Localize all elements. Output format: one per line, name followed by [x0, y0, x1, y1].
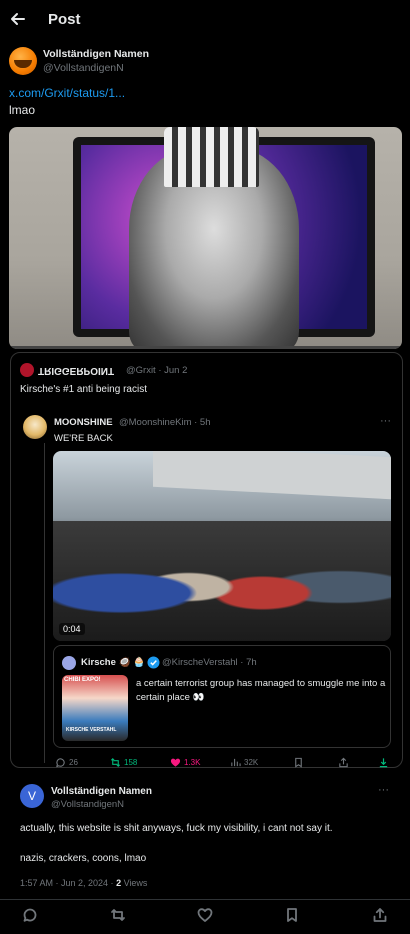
image-caption-title: CHIBI EXPO!	[64, 677, 101, 683]
reply-author-name[interactable]: Vollständigen Namen	[51, 786, 152, 797]
bookmark-icon	[295, 757, 302, 768]
download-icon	[379, 758, 388, 768]
repost-count: 158	[124, 758, 138, 767]
bookmark-action[interactable]	[293, 757, 304, 768]
like-action[interactable]: 1.3K	[170, 757, 200, 768]
inner-quoted-post[interactable]: Kirsche 🥥 🧁 @KirscheVerstahl · 7h CHIBI …	[53, 645, 391, 748]
post-link[interactable]: x.com/Grxit/status/1...	[9, 86, 125, 100]
arrow-left-icon[interactable]	[8, 9, 28, 29]
post-timestamp[interactable]: 1:57 AM · Jun 2, 2024 ·	[20, 878, 116, 888]
reply-author-name[interactable]: MOONSHINE	[54, 417, 113, 428]
image-caption-sub: KIRSCHE VERSTAHL	[66, 727, 117, 733]
video-timestamp: 0:04	[59, 623, 85, 635]
share-icon	[339, 757, 348, 768]
avatar[interactable]	[62, 656, 76, 670]
download-action[interactable]	[378, 757, 389, 768]
avatar[interactable]	[20, 363, 34, 377]
reply-text: actually, this website is shit anyways, …	[20, 823, 333, 834]
comment-icon	[56, 758, 65, 768]
comment-icon[interactable]	[22, 907, 38, 923]
inner-author-name[interactable]: Kirsche 🥥 🧁	[81, 657, 145, 668]
quoted-author-name[interactable]: TRIGGERPOINT	[38, 365, 114, 376]
video-awning	[153, 451, 391, 500]
heart-icon[interactable]	[197, 907, 213, 923]
more-icon[interactable]: ···	[378, 784, 389, 796]
repost-action[interactable]: 158	[110, 757, 137, 768]
repost-icon	[110, 758, 121, 767]
video-player[interactable]	[9, 127, 402, 349]
top-bar: Post	[0, 0, 410, 40]
author-handle[interactable]: @VollstandigenN	[43, 62, 124, 74]
inner-author-handle[interactable]: @KirscheVerstahl · 7h	[162, 657, 257, 668]
repost-icon[interactable]	[110, 907, 126, 923]
inner-post-image[interactable]: CHIBI EXPO! KIRSCHE VERSTAHL	[62, 675, 128, 741]
reply-author-handle[interactable]: @MoonshineKim · 5h	[119, 417, 211, 428]
video-player[interactable]: 0:04	[53, 451, 391, 641]
post-text: lmao	[9, 103, 36, 117]
avatar[interactable]	[23, 415, 47, 439]
views-label: Views	[121, 878, 148, 888]
avatar[interactable]: V	[20, 784, 44, 808]
post-meta: 1:57 AM · Jun 2, 2024 · 2 Views	[20, 878, 147, 888]
reply-action[interactable]: 26	[55, 757, 78, 768]
like-count: 1.3K	[184, 758, 201, 767]
bookmark-icon[interactable]	[284, 907, 300, 923]
divider	[0, 899, 410, 900]
reply-text: WE'RE BACK	[54, 433, 113, 444]
video-progress-bar[interactable]	[9, 346, 402, 349]
avatar[interactable]	[9, 47, 37, 75]
quoted-post[interactable]: TRIGGERPOINT @Grxit · Jun 2 Kirsche's #1…	[10, 352, 403, 768]
author-name[interactable]: Vollständigen Namen	[43, 48, 149, 60]
view-count: 32K	[244, 758, 259, 767]
analytics-icon	[231, 758, 241, 767]
quoted-author-handle[interactable]: @Grxit · Jun 2	[126, 365, 187, 376]
video-hat	[164, 127, 259, 187]
inner-post-text: a certain terrorist group has managed to…	[136, 678, 386, 703]
share-action[interactable]	[338, 757, 349, 768]
page-title: Post	[48, 11, 81, 28]
reply-count: 26	[69, 758, 78, 767]
reply-author-handle[interactable]: @VollstandigenN	[51, 799, 124, 810]
reply-text: nazis, crackers, coons, lmao	[20, 853, 147, 864]
verified-badge-icon	[147, 656, 160, 669]
more-icon[interactable]: ···	[380, 415, 391, 427]
share-icon[interactable]	[372, 907, 388, 923]
views-action[interactable]: 32K	[230, 757, 258, 768]
heart-icon	[170, 758, 181, 767]
thread-line	[44, 443, 45, 763]
video-crowd	[53, 521, 391, 641]
quoted-text: Kirsche's #1 anti being racist	[20, 384, 147, 395]
